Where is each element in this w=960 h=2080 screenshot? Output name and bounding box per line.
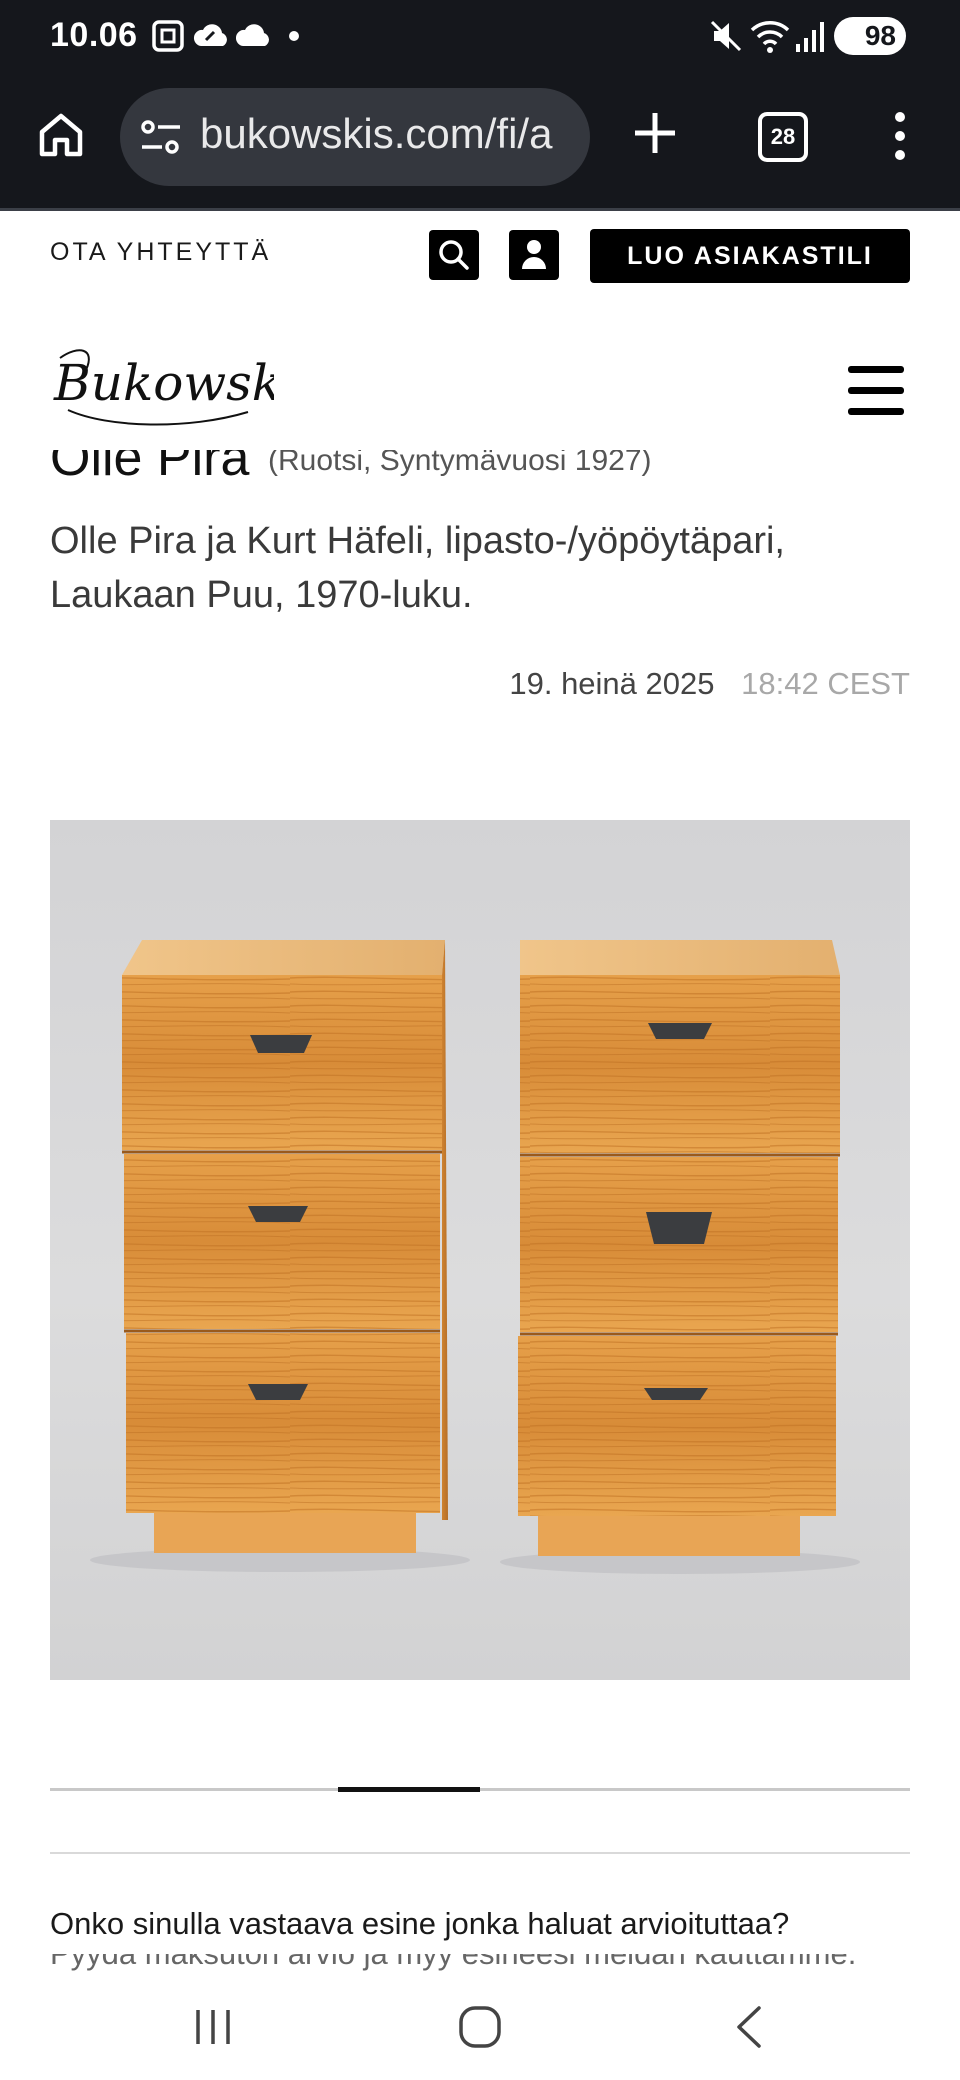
- contact-link[interactable]: OTA YHTEYTTÄ: [50, 238, 271, 267]
- home-icon[interactable]: [36, 110, 86, 160]
- home-nav-icon[interactable]: [455, 2002, 505, 2052]
- battery-icon: 98: [834, 17, 906, 55]
- left-cabinet: [122, 940, 448, 1553]
- valuation-subtext-text: Pyydä maksuton arvio ja myy esineesi mei…: [50, 1954, 856, 1971]
- tabs-icon[interactable]: 28: [758, 112, 808, 162]
- date-value: 19. heinä 2025: [509, 666, 715, 701]
- artist-name[interactable]: Olle Pira: [50, 450, 249, 488]
- time-value: 18:42 CEST: [741, 666, 910, 701]
- user-icon: [522, 240, 546, 269]
- url-text[interactable]: bukowskis.com/fi/a: [200, 110, 552, 158]
- bukowskis-logo[interactable]: Bukowskis: [48, 340, 274, 432]
- lot-title: Olle Pira ja Kurt Häfeli, lipasto-/yöpöy…: [50, 520, 785, 616]
- artist-heading: Olle Pira (Ruotsi, Syntymävuosi 1927): [0, 450, 960, 492]
- more-icon[interactable]: [888, 110, 912, 162]
- recents-icon[interactable]: [188, 2002, 238, 2052]
- address-bar[interactable]: bukowskis.com/fi/a: [120, 88, 590, 186]
- screenshot-icon: [152, 20, 184, 52]
- valuation-subtext: Pyydä maksuton arvio ja myy esineesi mei…: [50, 1954, 910, 1974]
- menu-icon[interactable]: [848, 366, 904, 416]
- section-divider: [50, 1852, 910, 1854]
- status-bar: 10.06 98: [0, 0, 960, 72]
- artist-meta: (Ruotsi, Syntymävuosi 1927): [268, 450, 652, 477]
- product-image[interactable]: [50, 820, 910, 1680]
- cloud-sync-icon: [193, 24, 227, 46]
- dot-icon: [289, 31, 299, 41]
- auction-date: 19. heinä 2025 18:42 CEST: [509, 666, 910, 702]
- carousel-progress[interactable]: [50, 1787, 910, 1792]
- status-time: 10.06: [50, 16, 138, 54]
- signal-icon: [796, 22, 824, 52]
- account-button[interactable]: [509, 230, 559, 280]
- wifi-icon: [750, 21, 790, 53]
- site-settings-icon[interactable]: [140, 118, 182, 158]
- new-tab-icon[interactable]: [630, 108, 680, 158]
- cabinets-illustration: [90, 940, 860, 1574]
- navigation-bar: [0, 1972, 960, 2080]
- back-icon[interactable]: [725, 2002, 775, 2052]
- mute-icon: [710, 20, 742, 52]
- cloud-icon: [236, 24, 269, 46]
- search-button[interactable]: [429, 230, 479, 280]
- create-account-button[interactable]: LUO ASIAKASTILI: [590, 229, 910, 283]
- carousel-progress-active: [338, 1787, 480, 1792]
- search-icon: [439, 240, 469, 270]
- browser-toolbar: bukowskis.com/fi/a 28: [0, 72, 960, 211]
- svg-text:Bukowskis: Bukowskis: [53, 354, 274, 412]
- valuation-question: Onko sinulla vastaava esine jonka haluat…: [50, 1906, 790, 1941]
- right-cabinet: [518, 940, 840, 1556]
